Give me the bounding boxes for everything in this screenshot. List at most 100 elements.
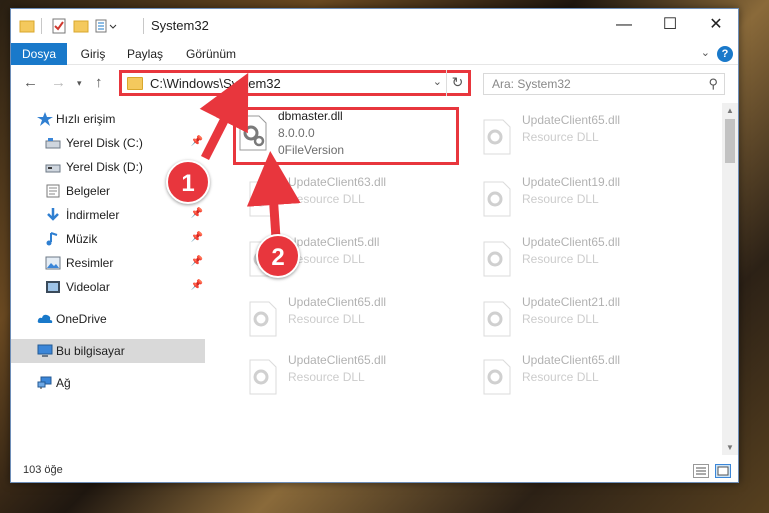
refresh-icon[interactable]: ↻ [446,70,468,96]
network-icon [37,376,52,389]
pictures-icon [45,256,61,270]
nav-network[interactable]: Ağ [11,371,205,395]
drive-icon [45,164,61,173]
file-tile[interactable]: UpdateClient63.dll Resource DLL [242,173,462,221]
title-separator [41,18,42,34]
pin-icon[interactable]: 📌 [191,280,203,291]
nav-item-pictures[interactable]: Resimler 📌 [11,251,205,275]
nav-label: Müzik [66,232,98,246]
file-tile[interactable]: UpdateClient19.dll Resource DLL [476,173,696,221]
maximize-button[interactable]: ☐ [647,9,693,41]
computer-icon [37,344,53,357]
file-description: Resource DLL [288,192,365,206]
nav-label: Videolar [66,280,110,294]
file-tile[interactable]: UpdateClient65.dll Resource DLL [242,293,462,341]
file-description: Resource DLL [522,192,599,206]
file-name: UpdateClient63.dll [288,175,387,189]
downloads-icon [47,208,59,221]
address-bar[interactable]: C:\Windows\System32 ⌄ ↻ [119,70,471,96]
file-name: UpdateClient65.dll [522,353,621,367]
nav-item-music[interactable]: Müzik 📌 [11,227,205,251]
back-arrow-icon[interactable]: ← [23,74,38,91]
file-explorer-window: System32 — ☐ ✕ Dosya Giriş Paylaş Görünü… [10,8,739,483]
scroll-down-icon[interactable]: ▼ [726,443,734,452]
search-icon[interactable]: ⚲ [708,76,718,92]
nav-label: Ağ [56,376,71,390]
tab-file[interactable]: Dosya [11,43,67,65]
file-tile[interactable]: UpdateClient65.dll Resource DLL [476,111,696,159]
tab-home[interactable]: Giriş [73,43,113,65]
nav-label: Resimler [66,256,114,270]
nav-label: OneDrive [56,312,107,326]
step-2-badge: 2 [256,234,300,278]
title-bar: System32 — ☐ ✕ [11,9,738,43]
nav-label: Yerel Disk (D:) [66,160,143,174]
cloud-icon [37,314,53,323]
nav-quick-access[interactable]: Hızlı erişim [11,107,205,131]
properties-icon[interactable] [51,18,67,34]
pin-icon[interactable]: 📌 [191,136,203,147]
navigation-bar: ← → ▾ ↑ C:\Windows\System32 ⌄ ↻ Ara: Sys… [11,67,738,99]
nav-this-pc[interactable]: Bu bilgisayar [11,339,205,363]
forward-arrow-icon[interactable]: → [51,74,66,91]
drive-icon [45,138,61,149]
chevron-down-icon[interactable]: ⌄ [433,75,442,88]
new-folder-icon[interactable] [73,18,89,34]
file-highlight-box [233,107,459,165]
folder-icon [127,77,143,90]
file-name: UpdateClient21.dll [522,295,621,309]
minimize-button[interactable]: — [601,9,647,41]
tab-view[interactable]: Görünüm [181,43,241,65]
file-tile[interactable]: UpdateClient65.dll Resource DLL [242,351,462,399]
scrollbar-thumb[interactable] [725,119,735,163]
nav-item-downloads[interactable]: İndirmeler 📌 [11,203,205,227]
file-description: Resource DLL [522,130,599,144]
file-tile[interactable]: UpdateClient21.dll Resource DLL [476,293,696,341]
nav-onedrive[interactable]: OneDrive [11,307,205,331]
file-tile[interactable]: UpdateClient65.dll Resource DLL [476,351,696,399]
customize-toolbar-icon[interactable] [95,18,117,34]
file-name: UpdateClient19.dll [522,175,621,189]
pin-icon[interactable]: 📌 [191,232,203,243]
file-name: UpdateClient65.dll [288,353,387,367]
address-path[interactable]: C:\Windows\System32 [150,76,281,91]
expand-ribbon-icon[interactable]: ⌄ [701,46,710,59]
up-arrow-icon[interactable]: ↑ [95,74,103,91]
file-tile[interactable]: UpdateClient65.dll Resource DLL [476,233,696,281]
file-name: UpdateClient5.dll [288,235,380,249]
file-description: Resource DLL [522,252,599,266]
pin-icon[interactable]: 📌 [191,256,203,267]
nav-label: Belgeler [66,184,111,198]
dll-gear-icon [249,181,277,217]
search-input[interactable]: Ara: System32 ⚲ [483,73,725,95]
window-title: System32 [151,18,209,33]
dll-gear-icon [249,359,277,395]
details-view-icon[interactable] [693,464,709,478]
file-description: Resource DLL [522,370,599,384]
file-description: Resource DLL [522,312,599,326]
nav-label: İndirmeler [66,208,120,222]
dll-gear-icon [483,301,511,337]
close-button[interactable]: ✕ [693,9,739,41]
recent-locations-icon[interactable]: ▾ [77,78,82,89]
tiles-view-icon[interactable] [715,464,731,478]
nav-item-local-disk-c[interactable]: Yerel Disk (C:) 📌 [11,131,205,155]
item-count: 103 öğe [23,464,63,476]
vertical-scrollbar[interactable]: ▲ ▼ [722,103,738,455]
nav-item-videos[interactable]: Videolar 📌 [11,275,205,299]
documents-icon [46,184,60,198]
dll-gear-icon [483,359,511,395]
tab-share[interactable]: Paylaş [123,43,167,65]
star-icon [37,112,53,126]
videos-icon [46,281,60,293]
pin-icon[interactable]: 📌 [191,208,203,219]
navigation-pane: Hızlı erişim Yerel Disk (C:) 📌 Yerel Dis… [11,103,207,455]
scroll-up-icon[interactable]: ▲ [726,106,734,115]
search-placeholder: Ara: System32 [492,77,571,91]
dll-gear-icon [483,181,511,217]
file-name: UpdateClient65.dll [522,113,621,127]
ribbon-tabs: Dosya Giriş Paylaş Görünüm ⌄ ? [11,43,738,65]
dll-gear-icon [249,301,277,337]
dll-gear-icon [483,241,511,277]
help-icon[interactable]: ? [717,46,733,62]
